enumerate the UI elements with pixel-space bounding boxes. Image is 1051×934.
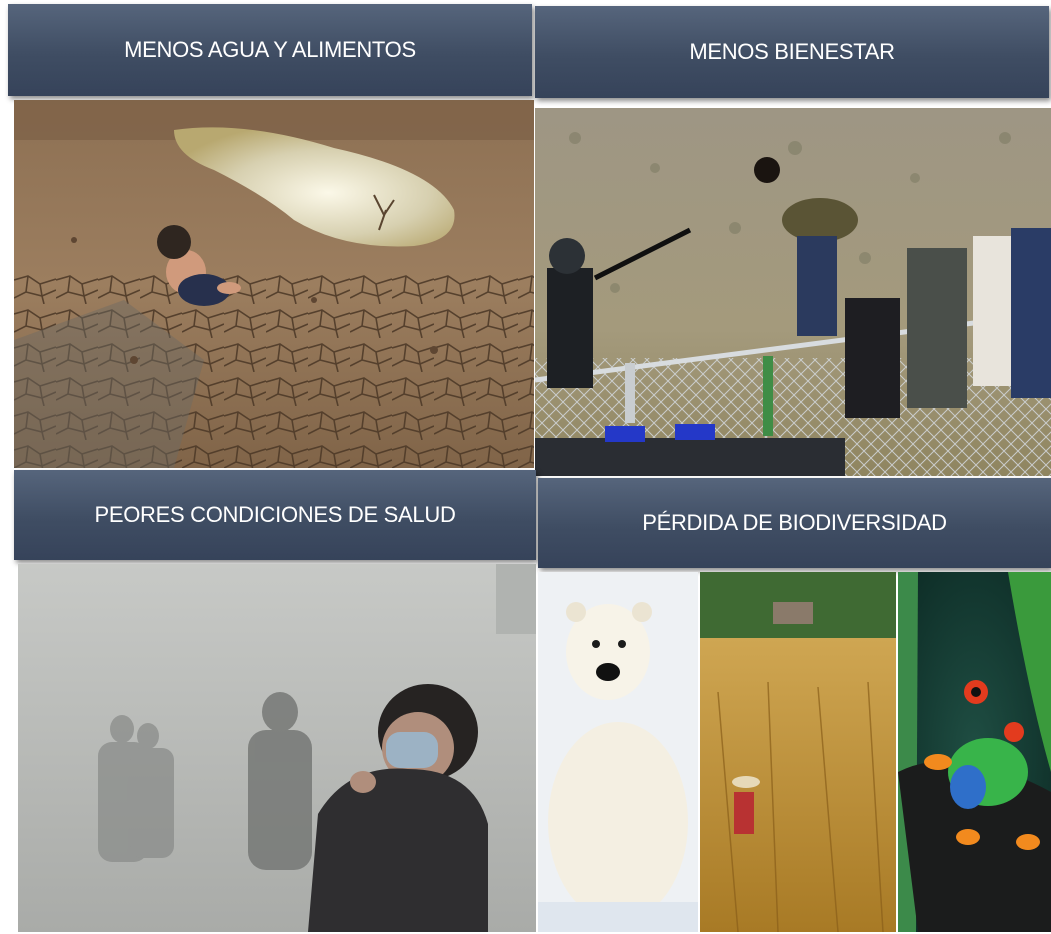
photo-dry-lakebed bbox=[14, 100, 534, 468]
panel-title-biodiversity: PÉRDIDA DE BIODIVERSIDAD bbox=[538, 478, 1051, 568]
panel-title-text: PÉRDIDA DE BIODIVERSIDAD bbox=[642, 510, 947, 535]
panel-title-health: PEORES CONDICIONES DE SALUD bbox=[14, 470, 536, 560]
panel-title-text: PEORES CONDICIONES DE SALUD bbox=[94, 502, 456, 527]
photo-biodiversity-collage bbox=[538, 572, 1051, 932]
photo-border-fence bbox=[535, 108, 1051, 476]
panel-title-text: MENOS AGUA Y ALIMENTOS bbox=[124, 37, 416, 62]
panel-title-text: MENOS BIENESTAR bbox=[689, 39, 895, 64]
photo-smog-mask bbox=[18, 564, 536, 932]
panel-title-water-food: MENOS AGUA Y ALIMENTOS bbox=[8, 4, 532, 96]
panel-title-wellbeing: MENOS BIENESTAR bbox=[535, 6, 1049, 98]
